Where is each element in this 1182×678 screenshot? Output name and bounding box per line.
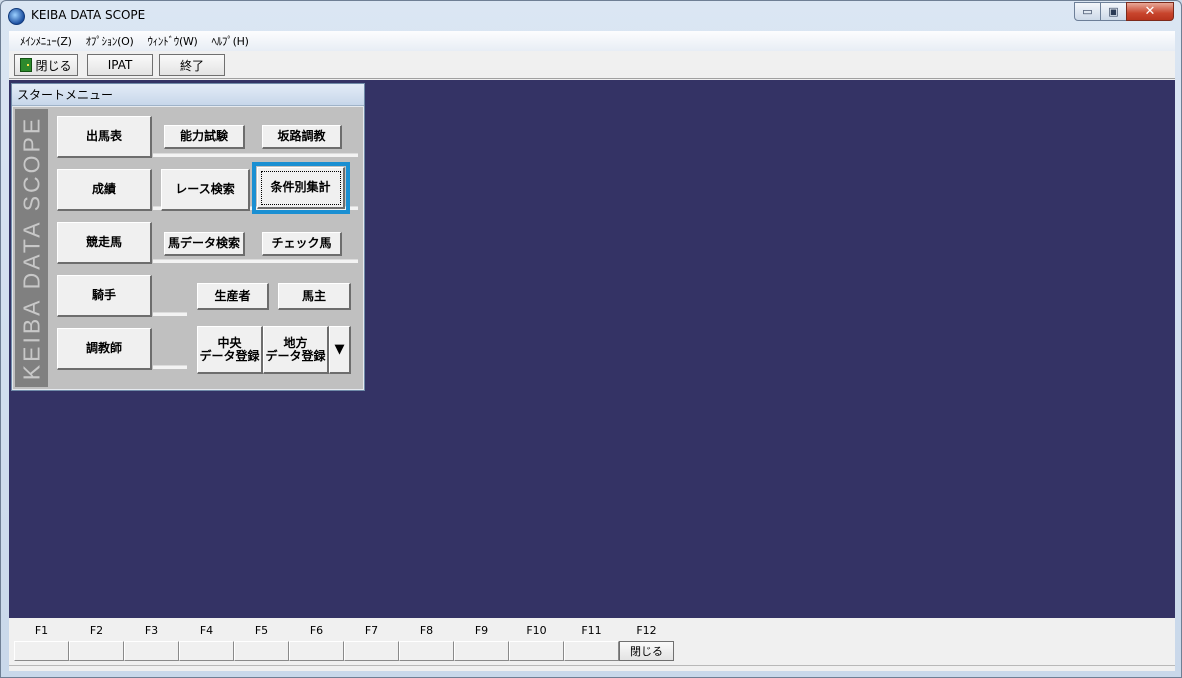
central-line1: 中央	[217, 335, 242, 350]
fkey-button-f12-close[interactable]: 閉じる	[619, 641, 674, 661]
race-card-button[interactable]: 出馬表	[57, 116, 152, 158]
row4-shelf	[153, 312, 187, 316]
fkey-label-f3: F3	[144, 624, 159, 637]
row3-shelf	[153, 259, 358, 263]
fkey-label-f4: F4	[199, 624, 214, 637]
toolbar-close-button[interactable]: 閉じる	[14, 54, 78, 76]
fkey-button-f6[interactable]	[289, 641, 344, 661]
menu-help[interactable]: ﾍﾙﾌﾟ(H)	[205, 33, 256, 49]
menu-bar: ﾒｲﾝﾒﾆｭｰ(Z) ｵﾌﾟｼｮﾝ(O) ｳｨﾝﾄﾞｳ(W) ﾍﾙﾌﾟ(H)	[9, 31, 1175, 51]
fkey-label-f8: F8	[419, 624, 434, 637]
mdi-workspace: スタートメニュー KEIBA DATA SCOPE 出馬表 能力試験 坂路調教 …	[9, 80, 1175, 618]
row1-shelf	[153, 153, 358, 157]
fkey-button-f7[interactable]	[344, 641, 399, 661]
fkey-button-f1[interactable]	[14, 641, 69, 661]
check-horse-button[interactable]: チェック馬	[262, 232, 342, 256]
local-line1: 地方	[283, 335, 308, 350]
central-data-register-button[interactable]: 中央 データ登録	[197, 326, 263, 374]
triangle-down-icon: ▼	[334, 342, 345, 357]
row5-shelf	[153, 365, 187, 369]
window-title: KEIBA DATA SCOPE	[31, 8, 146, 22]
fkey-label-f5: F5	[254, 624, 269, 637]
start-menu-body: KEIBA DATA SCOPE 出馬表 能力試験 坂路調教 成績 レース検索 …	[13, 107, 363, 389]
close-icon: ✕	[1144, 4, 1156, 19]
fkey-button-f2[interactable]	[69, 641, 124, 661]
fkey-label-f11: F11	[581, 624, 602, 637]
fkey-button-f5[interactable]	[234, 641, 289, 661]
brand-text: KEIBA DATA SCOPE	[18, 115, 45, 381]
racehorse-button[interactable]: 競走馬	[57, 222, 152, 264]
fkey-label-f10: F10	[526, 624, 547, 637]
title-bar[interactable]: KEIBA DATA SCOPE ▭ ▣ ✕	[1, 1, 1181, 31]
globe-horse-icon	[8, 8, 25, 25]
ability-test-button[interactable]: 能力試験	[164, 125, 245, 149]
horse-data-search-button[interactable]: 馬データ検索	[164, 232, 245, 256]
start-menu-window: スタートメニュー KEIBA DATA SCOPE 出馬表 能力試験 坂路調教 …	[11, 83, 365, 391]
fkey-button-f10[interactable]	[509, 641, 564, 661]
fkey-label-f2: F2	[89, 624, 104, 637]
menu-main[interactable]: ﾒｲﾝﾒﾆｭｰ(Z)	[13, 33, 79, 49]
local-line2: データ登録	[265, 348, 326, 363]
maximize-icon: ▣	[1108, 5, 1119, 18]
client-area: ﾒｲﾝﾒﾆｭｰ(Z) ｵﾌﾟｼｮﾝ(O) ｳｨﾝﾄﾞｳ(W) ﾍﾙﾌﾟ(H) 閉…	[9, 31, 1175, 671]
trainer-button[interactable]: 調教師	[57, 328, 152, 370]
fkey-button-f4[interactable]	[179, 641, 234, 661]
conditional-stats-button[interactable]: 条件別集計	[257, 167, 345, 209]
status-divider	[9, 665, 1175, 669]
local-data-register-button[interactable]: 地方 データ登録	[263, 326, 329, 374]
fkey-button-f11[interactable]	[564, 641, 619, 661]
race-search-button[interactable]: レース検索	[161, 169, 250, 211]
fkey-label-f7: F7	[364, 624, 379, 637]
maximize-button[interactable]: ▣	[1100, 2, 1127, 21]
menu-options[interactable]: ｵﾌﾟｼｮﾝ(O)	[79, 33, 141, 49]
breeder-button[interactable]: 生産者	[197, 283, 269, 310]
brand-strip: KEIBA DATA SCOPE	[15, 109, 48, 387]
toolbar: 閉じる IPAT 終了	[9, 51, 1175, 79]
owner-button[interactable]: 馬主	[278, 283, 351, 310]
fkey-label-f9: F9	[474, 624, 489, 637]
function-key-bar: F1 F2 F3 F4 F5 F6 F7 F8 F9 F10 F11 F12 閉…	[9, 619, 1175, 671]
dropdown-arrow-button[interactable]: ▼	[329, 326, 351, 374]
ipat-button[interactable]: IPAT	[87, 54, 153, 76]
menu-window[interactable]: ｳｨﾝﾄﾞｳ(W)	[140, 33, 204, 49]
fkey-button-f9[interactable]	[454, 641, 509, 661]
app-window: KEIBA DATA SCOPE ▭ ▣ ✕ ﾒｲﾝﾒﾆｭｰ(Z) ｵﾌﾟｼｮﾝ…	[0, 0, 1182, 678]
fkey-label-f12: F12	[636, 624, 657, 637]
fkey-button-f3[interactable]	[124, 641, 179, 661]
fkey-label-f1: F1	[34, 624, 49, 637]
exit-button[interactable]: 終了	[159, 54, 225, 76]
exit-door-icon	[20, 58, 33, 72]
toolbar-close-label: 閉じる	[35, 58, 72, 73]
minimize-icon: ▭	[1082, 5, 1093, 18]
hill-training-button[interactable]: 坂路調教	[262, 125, 342, 149]
start-menu-title[interactable]: スタートメニュー	[12, 84, 364, 106]
fkey-label-f6: F6	[309, 624, 324, 637]
fkey-button-f8[interactable]	[399, 641, 454, 661]
results-button[interactable]: 成績	[57, 169, 152, 211]
close-window-button[interactable]: ✕	[1126, 2, 1174, 21]
central-line2: データ登録	[199, 348, 260, 363]
jockey-button[interactable]: 騎手	[57, 275, 152, 317]
minimize-button[interactable]: ▭	[1074, 2, 1101, 21]
